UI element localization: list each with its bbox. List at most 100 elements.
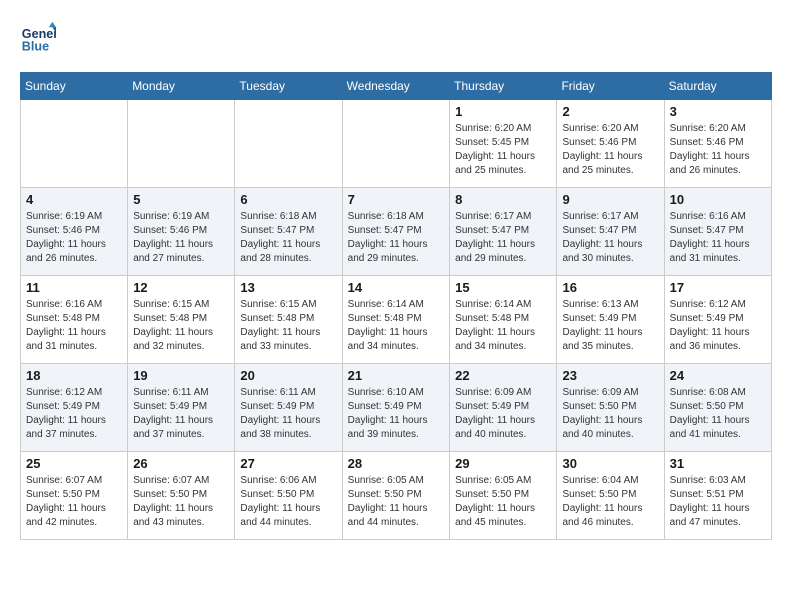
day-number: 9	[562, 192, 658, 207]
day-number: 13	[240, 280, 336, 295]
calendar-cell: 8 Sunrise: 6:17 AM Sunset: 5:47 PM Daylig…	[450, 188, 557, 276]
weekday-header-sunday: Sunday	[21, 73, 128, 100]
weekday-header-saturday: Saturday	[664, 73, 771, 100]
day-detail: Sunrise: 6:07 AM Sunset: 5:50 PM Dayligh…	[26, 474, 122, 530]
day-detail: Sunrise: 6:16 AM Sunset: 5:48 PM Dayligh…	[26, 298, 122, 354]
calendar-cell: 23 Sunrise: 6:09 AM Sunset: 5:50 PM Dayli…	[557, 364, 664, 452]
day-number: 20	[240, 368, 336, 383]
logo: General Blue	[20, 20, 60, 56]
calendar-cell: 11 Sunrise: 6:16 AM Sunset: 5:48 PM Dayli…	[21, 276, 128, 364]
day-number: 31	[670, 456, 766, 471]
day-number: 25	[26, 456, 122, 471]
calendar-cell: 31 Sunrise: 6:03 AM Sunset: 5:51 PM Dayli…	[664, 452, 771, 540]
calendar-cell: 22 Sunrise: 6:09 AM Sunset: 5:49 PM Dayli…	[450, 364, 557, 452]
page-header: General Blue	[20, 20, 772, 56]
day-number: 17	[670, 280, 766, 295]
day-detail: Sunrise: 6:14 AM Sunset: 5:48 PM Dayligh…	[348, 298, 445, 354]
day-detail: Sunrise: 6:06 AM Sunset: 5:50 PM Dayligh…	[240, 474, 336, 530]
day-detail: Sunrise: 6:09 AM Sunset: 5:49 PM Dayligh…	[455, 386, 551, 442]
day-detail: Sunrise: 6:19 AM Sunset: 5:46 PM Dayligh…	[26, 210, 122, 266]
calendar-cell: 29Sunrise: 6:05 AM Sunset: 5:50 PM Dayli…	[450, 452, 557, 540]
weekday-header-tuesday: Tuesday	[235, 73, 342, 100]
day-number: 11	[26, 280, 122, 295]
day-detail: Sunrise: 6:20 AM Sunset: 5:46 PM Dayligh…	[562, 122, 658, 178]
day-detail: Sunrise: 6:04 AM Sunset: 5:50 PM Dayligh…	[562, 474, 658, 530]
day-number: 24	[670, 368, 766, 383]
calendar-cell: 24 Sunrise: 6:08 AM Sunset: 5:50 PM Dayli…	[664, 364, 771, 452]
week-row-4: 18Sunrise: 6:12 AM Sunset: 5:49 PM Dayli…	[21, 364, 772, 452]
day-number: 7	[348, 192, 445, 207]
day-number: 16	[562, 280, 658, 295]
calendar-cell: 15Sunrise: 6:14 AM Sunset: 5:48 PM Dayli…	[450, 276, 557, 364]
day-detail: Sunrise: 6:16 AM Sunset: 5:47 PM Dayligh…	[670, 210, 766, 266]
day-number: 29	[455, 456, 551, 471]
calendar-cell: 14 Sunrise: 6:14 AM Sunset: 5:48 PM Dayli…	[342, 276, 450, 364]
calendar-cell: 16 Sunrise: 6:13 AM Sunset: 5:49 PM Dayli…	[557, 276, 664, 364]
day-number: 30	[562, 456, 658, 471]
day-detail: Sunrise: 6:07 AM Sunset: 5:50 PM Dayligh…	[133, 474, 229, 530]
day-number: 26	[133, 456, 229, 471]
calendar-cell: 26 Sunrise: 6:07 AM Sunset: 5:50 PM Dayli…	[128, 452, 235, 540]
calendar-cell: 13 Sunrise: 6:15 AM Sunset: 5:48 PM Dayli…	[235, 276, 342, 364]
day-detail: Sunrise: 6:19 AM Sunset: 5:46 PM Dayligh…	[133, 210, 229, 266]
calendar-cell: 30 Sunrise: 6:04 AM Sunset: 5:50 PM Dayli…	[557, 452, 664, 540]
day-number: 23	[562, 368, 658, 383]
calendar-cell: 6Sunrise: 6:18 AM Sunset: 5:47 PM Daylig…	[235, 188, 342, 276]
calendar-cell: 25 Sunrise: 6:07 AM Sunset: 5:50 PM Dayli…	[21, 452, 128, 540]
week-row-5: 25 Sunrise: 6:07 AM Sunset: 5:50 PM Dayli…	[21, 452, 772, 540]
calendar-header: SundayMondayTuesdayWednesdayThursdayFrid…	[21, 73, 772, 100]
day-detail: Sunrise: 6:14 AM Sunset: 5:48 PM Dayligh…	[455, 298, 551, 354]
calendar-cell: 9 Sunrise: 6:17 AM Sunset: 5:47 PM Daylig…	[557, 188, 664, 276]
day-number: 14	[348, 280, 445, 295]
day-number: 2	[562, 104, 658, 119]
calendar-cell	[342, 100, 450, 188]
calendar-cell	[128, 100, 235, 188]
day-number: 5	[133, 192, 229, 207]
calendar-table: SundayMondayTuesdayWednesdayThursdayFrid…	[20, 72, 772, 540]
day-detail: Sunrise: 6:18 AM Sunset: 5:47 PM Dayligh…	[240, 210, 336, 266]
calendar-cell: 4 Sunrise: 6:19 AM Sunset: 5:46 PM Daylig…	[21, 188, 128, 276]
calendar-body: 1Sunrise: 6:20 AM Sunset: 5:45 PM Daylig…	[21, 100, 772, 540]
day-detail: Sunrise: 6:12 AM Sunset: 5:49 PM Dayligh…	[26, 386, 122, 442]
calendar-cell: 28Sunrise: 6:05 AM Sunset: 5:50 PM Dayli…	[342, 452, 450, 540]
day-number: 8	[455, 192, 551, 207]
day-detail: Sunrise: 6:10 AM Sunset: 5:49 PM Dayligh…	[348, 386, 445, 442]
weekday-header-thursday: Thursday	[450, 73, 557, 100]
day-detail: Sunrise: 6:03 AM Sunset: 5:51 PM Dayligh…	[670, 474, 766, 530]
calendar-cell: 7 Sunrise: 6:18 AM Sunset: 5:47 PM Daylig…	[342, 188, 450, 276]
day-detail: Sunrise: 6:17 AM Sunset: 5:47 PM Dayligh…	[562, 210, 658, 266]
day-number: 10	[670, 192, 766, 207]
day-number: 22	[455, 368, 551, 383]
weekday-row: SundayMondayTuesdayWednesdayThursdayFrid…	[21, 73, 772, 100]
day-detail: Sunrise: 6:13 AM Sunset: 5:49 PM Dayligh…	[562, 298, 658, 354]
day-number: 12	[133, 280, 229, 295]
calendar-cell: 27 Sunrise: 6:06 AM Sunset: 5:50 PM Dayli…	[235, 452, 342, 540]
day-number: 19	[133, 368, 229, 383]
calendar-cell: 2 Sunrise: 6:20 AM Sunset: 5:46 PM Daylig…	[557, 100, 664, 188]
calendar-cell: 12Sunrise: 6:15 AM Sunset: 5:48 PM Dayli…	[128, 276, 235, 364]
calendar-cell: 19Sunrise: 6:11 AM Sunset: 5:49 PM Dayli…	[128, 364, 235, 452]
week-row-3: 11 Sunrise: 6:16 AM Sunset: 5:48 PM Dayli…	[21, 276, 772, 364]
calendar-cell: 5 Sunrise: 6:19 AM Sunset: 5:46 PM Daylig…	[128, 188, 235, 276]
day-number: 4	[26, 192, 122, 207]
weekday-header-wednesday: Wednesday	[342, 73, 450, 100]
logo-icon: General Blue	[20, 20, 56, 56]
day-detail: Sunrise: 6:08 AM Sunset: 5:50 PM Dayligh…	[670, 386, 766, 442]
day-detail: Sunrise: 6:17 AM Sunset: 5:47 PM Dayligh…	[455, 210, 551, 266]
calendar-cell	[235, 100, 342, 188]
day-number: 3	[670, 104, 766, 119]
day-detail: Sunrise: 6:09 AM Sunset: 5:50 PM Dayligh…	[562, 386, 658, 442]
calendar-cell: 1Sunrise: 6:20 AM Sunset: 5:45 PM Daylig…	[450, 100, 557, 188]
day-number: 27	[240, 456, 336, 471]
day-detail: Sunrise: 6:18 AM Sunset: 5:47 PM Dayligh…	[348, 210, 445, 266]
day-number: 21	[348, 368, 445, 383]
calendar-cell: 10 Sunrise: 6:16 AM Sunset: 5:47 PM Dayli…	[664, 188, 771, 276]
svg-text:Blue: Blue	[22, 40, 49, 54]
weekday-header-friday: Friday	[557, 73, 664, 100]
calendar-cell: 21 Sunrise: 6:10 AM Sunset: 5:49 PM Dayli…	[342, 364, 450, 452]
weekday-header-monday: Monday	[128, 73, 235, 100]
calendar-cell: 17Sunrise: 6:12 AM Sunset: 5:49 PM Dayli…	[664, 276, 771, 364]
calendar-cell: 18Sunrise: 6:12 AM Sunset: 5:49 PM Dayli…	[21, 364, 128, 452]
day-detail: Sunrise: 6:15 AM Sunset: 5:48 PM Dayligh…	[240, 298, 336, 354]
week-row-2: 4 Sunrise: 6:19 AM Sunset: 5:46 PM Daylig…	[21, 188, 772, 276]
